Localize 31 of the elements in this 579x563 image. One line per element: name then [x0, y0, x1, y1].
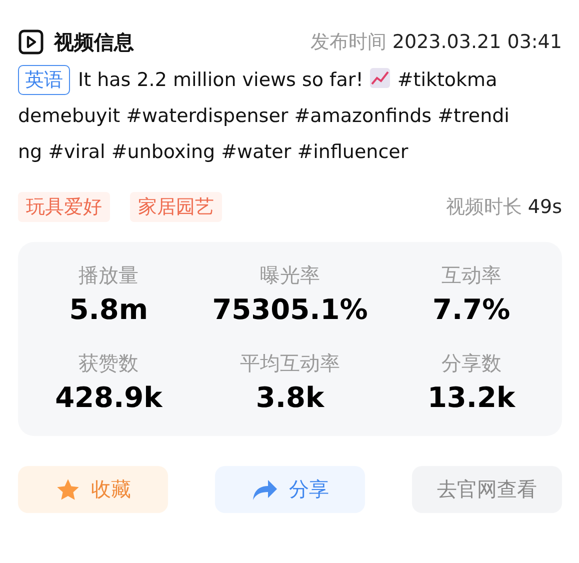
- stat-value: 3.8k: [256, 381, 324, 414]
- website-button[interactable]: 去官网查看: [412, 466, 562, 513]
- share-arrow-icon: [251, 478, 279, 502]
- stat-value: 7.7%: [432, 293, 510, 326]
- star-icon: [55, 476, 81, 502]
- stat-label: 曝光率: [260, 262, 320, 289]
- stat-value: 75305.1%: [212, 293, 368, 326]
- stat-value: 428.9k: [55, 381, 162, 414]
- stat-label: 分享数: [441, 350, 502, 377]
- publish-time: 2023.03.21 03:41: [392, 31, 562, 53]
- description-text: It has 2.2 million views so far!: [78, 69, 364, 91]
- publish-label: 发布时间: [310, 30, 386, 55]
- share-button[interactable]: 分享: [215, 466, 365, 513]
- language-tag: 英语: [18, 65, 70, 95]
- stat-label: 平均互动率: [240, 350, 340, 377]
- stat-label: 互动率: [441, 262, 502, 289]
- category-tag: 玩具爱好: [18, 192, 110, 222]
- duration-label: 视频时长: [446, 195, 522, 220]
- trend-chart-icon: [369, 67, 392, 89]
- section-title: 视频信息: [54, 28, 134, 56]
- hashtag-text: demebuyit #waterdispenser #amazonfinds #trendi: [18, 105, 510, 127]
- hashtag-text: ng #viral #unboxing #water #influencer: [18, 141, 408, 163]
- stat-label: 获赞数: [78, 350, 139, 377]
- duration-value: 49s: [528, 196, 562, 218]
- stat-value: 13.2k: [427, 381, 516, 414]
- favorite-button[interactable]: 收藏: [18, 466, 168, 513]
- hashtag-text: #tiktokma: [397, 69, 498, 91]
- stat-label: 播放量: [78, 262, 139, 289]
- category-tag: 家居园艺: [130, 192, 222, 222]
- stat-value: 5.8m: [69, 293, 148, 326]
- video-play-icon: [18, 29, 44, 55]
